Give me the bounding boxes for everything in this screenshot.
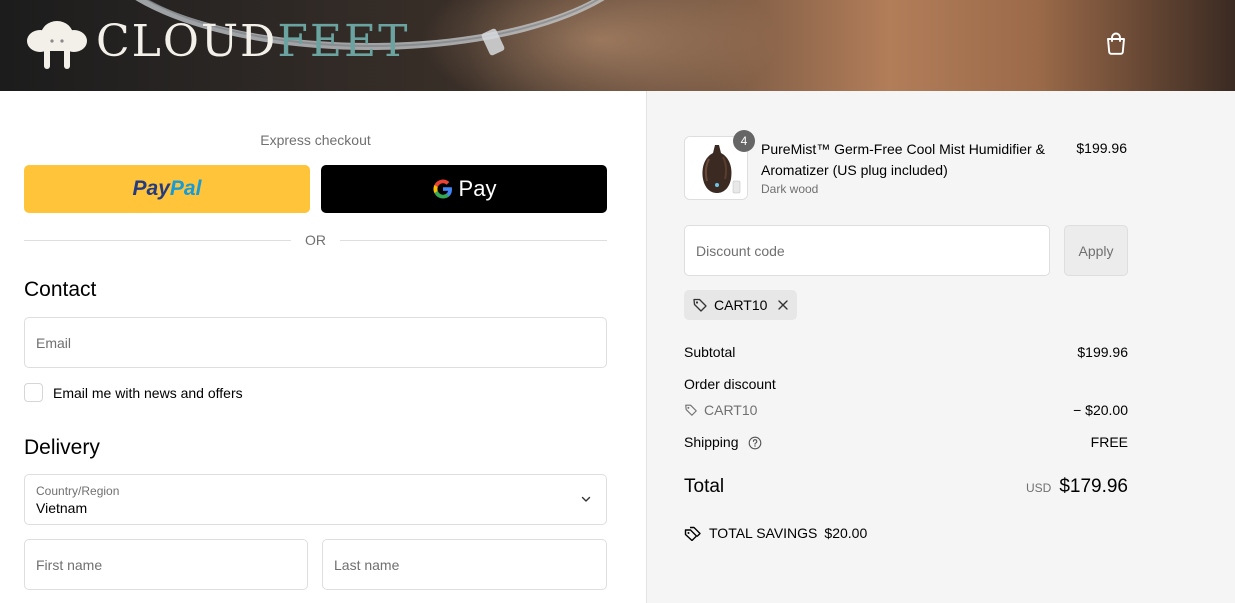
- currency-code: USD: [1025, 481, 1052, 495]
- close-icon[interactable]: [777, 299, 789, 311]
- first-name-placeholder: First name: [36, 556, 103, 573]
- google-pay-label: Pay: [458, 176, 497, 201]
- logo-wordmark: CLOUDFEET: [96, 20, 409, 64]
- discount-code-label: CART10: [684, 402, 757, 418]
- total-label: Total: [684, 476, 725, 497]
- savings-label: TOTAL SAVINGS: [709, 525, 818, 541]
- discount-value: − $20.00: [1073, 402, 1128, 418]
- newsletter-label[interactable]: Email me with news and offers: [53, 385, 243, 401]
- order-discount-row: Order discount: [684, 376, 1128, 392]
- order-summary-column: 4 PureMist™ Germ-Free Cool Mist Humidifi…: [646, 91, 1235, 603]
- logo-text-cloud: CLOUD: [96, 16, 278, 67]
- applied-code-chip: CART10: [684, 290, 798, 320]
- discount-placeholder: Discount code: [696, 242, 785, 259]
- discount-code-text: CART10: [704, 402, 758, 418]
- applied-code-label: CART10: [714, 297, 768, 313]
- shipping-row: Shipping FREE: [684, 434, 1128, 450]
- shipping-value: FREE: [1090, 434, 1128, 450]
- delivery-title: Delivery: [24, 436, 100, 459]
- subtotal-label: Subtotal: [684, 344, 736, 360]
- subtotal-row: Subtotal $199.96: [684, 344, 1128, 360]
- chevron-down-icon: [581, 496, 591, 502]
- savings-value: $20.00: [824, 525, 868, 541]
- tag-icon: [685, 404, 697, 416]
- quantity-badge: 4: [733, 130, 755, 152]
- product-name: PureMist™ Germ-Free Cool Mist Humidifier…: [761, 141, 1045, 178]
- paypal-label-pay: Pay: [132, 177, 170, 200]
- first-name-field[interactable]: First name: [24, 539, 308, 590]
- tags-icon: [684, 526, 701, 541]
- email-field[interactable]: Email: [24, 317, 607, 368]
- checkout-form-column: Express checkout Pay Pal Pay OR Contact E…: [0, 91, 646, 603]
- order-discount-label: Order discount: [684, 376, 776, 392]
- cloud-logo-icon: [27, 21, 87, 69]
- or-label: OR: [305, 232, 326, 248]
- express-checkout-title: Express checkout: [260, 132, 371, 148]
- google-g-icon: [433, 179, 452, 199]
- divider-line-right: [340, 239, 607, 241]
- total-savings-row: TOTAL SAVINGS $20.00: [684, 525, 867, 541]
- newsletter-checkbox[interactable]: [24, 383, 43, 402]
- paypal-label-pal: Pal: [169, 177, 202, 200]
- or-divider: OR: [24, 232, 607, 248]
- country-value: Vietnam: [36, 500, 88, 516]
- product-price: $199.96: [1076, 140, 1127, 156]
- total-amount-wrap: USD $179.96: [1026, 476, 1128, 498]
- country-select[interactable]: Country/Region Vietnam: [24, 474, 607, 525]
- help-icon[interactable]: [748, 436, 762, 450]
- newsletter-row[interactable]: Email me with news and offers: [24, 383, 243, 402]
- last-name-placeholder: Last name: [334, 556, 400, 573]
- total-value: $179.96: [1059, 476, 1128, 497]
- discount-code-row: CART10 − $20.00: [684, 402, 1128, 418]
- total-row: Total USD $179.96: [684, 476, 1128, 498]
- email-placeholder: Email: [36, 334, 72, 351]
- product-variant: Dark wood: [761, 182, 819, 196]
- store-logo[interactable]: CLOUDFEET: [24, 12, 409, 72]
- last-name-field[interactable]: Last name: [322, 539, 607, 590]
- google-pay-button[interactable]: Pay: [321, 165, 607, 213]
- subtotal-value: $199.96: [1077, 344, 1128, 360]
- discount-code-field[interactable]: Discount code: [684, 225, 1050, 276]
- shipping-label: Shipping: [684, 434, 739, 450]
- paypal-button[interactable]: Pay Pal: [24, 165, 310, 213]
- apply-discount-button[interactable]: Apply: [1064, 225, 1128, 276]
- country-label: Country/Region: [36, 484, 120, 498]
- contact-title: Contact: [24, 278, 97, 301]
- tag-icon: [693, 298, 707, 312]
- header-banner: CLOUDFEET: [0, 0, 1235, 91]
- divider-line-left: [24, 239, 291, 241]
- shipping-label-wrap: Shipping: [684, 434, 762, 450]
- shopping-bag-icon[interactable]: [1103, 30, 1129, 56]
- logo-text-feet: FEET: [277, 16, 410, 67]
